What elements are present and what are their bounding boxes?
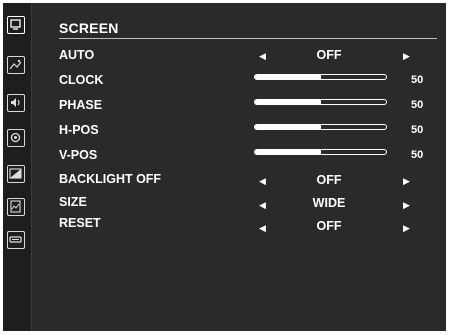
hpos-slider-fill (255, 125, 321, 129)
auto-right-arrow-icon[interactable]: ▶ (403, 51, 410, 62)
reset-right-arrow-icon[interactable]: ▶ (403, 223, 410, 234)
size-value[interactable]: WIDE (299, 196, 359, 210)
hpos-value: 50 (411, 124, 424, 136)
vpos-value: 50 (411, 149, 424, 161)
clock-label[interactable]: CLOCK (59, 73, 103, 87)
clock-value: 50 (411, 74, 424, 86)
menu-title: SCREEN (59, 20, 119, 36)
backlight-left-arrow-icon[interactable]: ◀ (259, 176, 266, 187)
clock-slider[interactable] (254, 74, 387, 80)
screen-icon[interactable] (7, 16, 25, 34)
hpos-label[interactable]: H-POS (59, 123, 99, 137)
size-label[interactable]: SIZE (59, 195, 87, 209)
color-icon[interactable] (7, 165, 25, 183)
title-divider (59, 38, 437, 39)
size-right-arrow-icon[interactable]: ▶ (403, 200, 410, 211)
vpos-slider[interactable] (254, 149, 387, 155)
menu-sidebar (3, 3, 32, 331)
auto-label[interactable]: AUTO (59, 48, 94, 62)
phase-value: 50 (411, 99, 424, 111)
auto-left-arrow-icon[interactable]: ◀ (259, 51, 266, 62)
vpos-label[interactable]: V-POS (59, 148, 97, 162)
auto-value[interactable]: OFF (299, 48, 359, 62)
reset-label[interactable]: RESET (59, 216, 101, 230)
phase-slider-fill (255, 100, 321, 104)
hpos-slider[interactable] (254, 124, 387, 130)
backlight-right-arrow-icon[interactable]: ▶ (403, 176, 410, 187)
clock-slider-fill (255, 75, 321, 79)
vpos-slider-fill (255, 150, 321, 154)
input-icon[interactable] (7, 231, 25, 249)
settings-icon[interactable] (7, 129, 25, 147)
phase-slider[interactable] (254, 99, 387, 105)
reset-value[interactable]: OFF (299, 219, 359, 233)
picture-icon[interactable] (7, 56, 25, 74)
backlight-value[interactable]: OFF (299, 173, 359, 187)
backlight-label[interactable]: BACKLIGHT OFF (59, 172, 161, 186)
phase-label[interactable]: PHASE (59, 98, 102, 112)
osd-menu: SCREEN AUTO ◀ OFF ▶ CLOCK 50 PHASE 50 H-… (3, 3, 446, 331)
image-icon[interactable] (7, 198, 25, 216)
sound-icon[interactable] (7, 94, 25, 112)
size-left-arrow-icon[interactable]: ◀ (259, 200, 266, 211)
reset-left-arrow-icon[interactable]: ◀ (259, 223, 266, 234)
